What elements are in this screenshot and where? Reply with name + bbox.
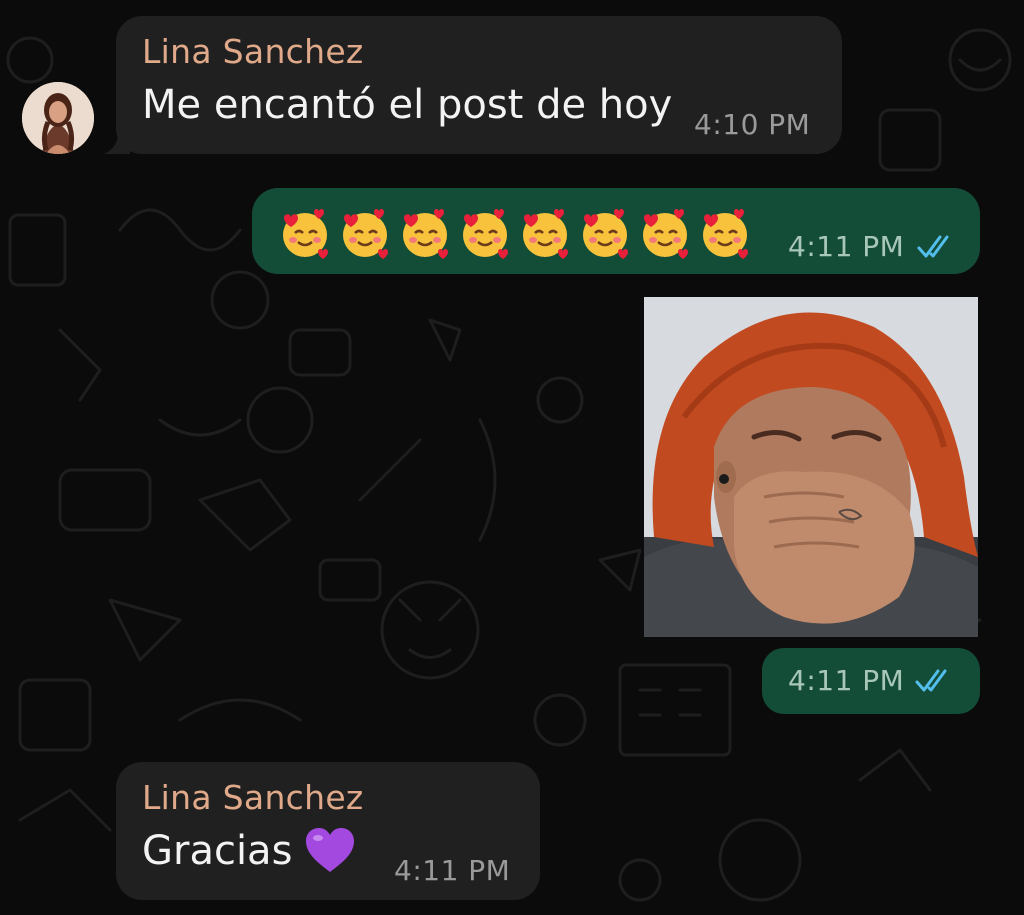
purple-heart-icon bbox=[306, 828, 354, 872]
outgoing-message-bubble[interactable]: 4:11 PM bbox=[252, 188, 980, 274]
read-receipt-double-check-icon bbox=[915, 669, 947, 692]
smiling-face-with-hearts-icon bbox=[703, 209, 748, 259]
contact-avatar-photo bbox=[22, 82, 94, 154]
message-sender-name: Lina Sanchez bbox=[142, 778, 364, 817]
message-text: Gracias bbox=[142, 828, 293, 874]
sticker-timestamp-bubble: 4:11 PM bbox=[762, 648, 980, 714]
emoji-row bbox=[278, 206, 752, 260]
smiling-face-with-hearts-icon bbox=[463, 209, 508, 259]
message-timestamp: 4:11 PM bbox=[788, 664, 905, 697]
smiling-face-with-hearts-icon bbox=[583, 209, 628, 259]
message-text: Me encantó el post de hoy bbox=[142, 82, 673, 128]
smiling-face-with-hearts-icon bbox=[343, 209, 388, 259]
message-sender-name: Lina Sanchez bbox=[142, 32, 364, 71]
message-timestamp: 4:11 PM bbox=[788, 230, 905, 263]
incoming-message-bubble[interactable]: Lina Sanchez Me encantó el post de hoy 4… bbox=[116, 16, 842, 154]
smiling-face-with-hearts-icon bbox=[283, 209, 328, 259]
contact-avatar[interactable] bbox=[22, 82, 94, 154]
smiling-face-with-hearts-icon bbox=[403, 209, 448, 259]
smiling-face-with-hearts-icon bbox=[523, 209, 568, 259]
read-receipt-double-check-icon bbox=[917, 235, 949, 258]
smiling-face-with-hearts-icon bbox=[643, 209, 688, 259]
message-timestamp: 4:10 PM bbox=[694, 108, 811, 141]
incoming-message-bubble[interactable]: Lina Sanchez Gracias 4:11 PM bbox=[116, 762, 540, 900]
sticker-person-covering-mouth bbox=[644, 297, 978, 637]
message-timestamp: 4:11 PM bbox=[394, 854, 511, 887]
sticker-image[interactable] bbox=[644, 297, 978, 637]
